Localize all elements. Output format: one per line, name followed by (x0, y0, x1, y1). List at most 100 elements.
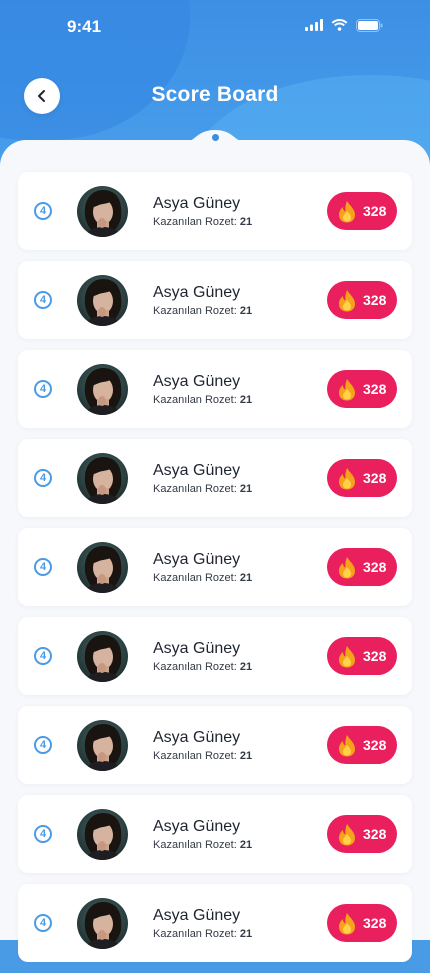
rank-number: 4 (39, 739, 47, 751)
score-value: 328 (363, 292, 387, 308)
scoreboard-row[interactable]: 4 Asya Güney Kazanılan Rozet: 21 328 (18, 172, 412, 250)
user-name: Asya Güney (153, 907, 241, 924)
rank-number: 4 (39, 472, 47, 484)
rank-badge-icon: 4 (34, 202, 52, 220)
flame-icon (339, 735, 355, 757)
flame-icon (339, 201, 355, 223)
badge-label: Kazanılan Rozet: (153, 839, 240, 851)
rank-badge-icon: 4 (34, 469, 52, 487)
score-pill[interactable]: 328 (327, 459, 397, 497)
score-value: 328 (363, 470, 387, 486)
score-pill[interactable]: 328 (327, 637, 397, 675)
scoreboard-row[interactable]: 4 Asya Güney Kazanılan Rozet: 21 328 (18, 706, 412, 784)
battery-icon (356, 19, 383, 32)
rank-number: 4 (39, 205, 47, 217)
flame-icon (339, 290, 355, 312)
rank-badge-icon: 4 (34, 291, 52, 309)
scoreboard-row[interactable]: 4 Asya Güney Kazanılan Rozet: 21 328 (18, 884, 412, 962)
user-name: Asya Güney (153, 640, 241, 657)
rank-number: 4 (39, 294, 47, 306)
avatar-image (77, 631, 128, 682)
rank-badge-icon: 4 (34, 647, 52, 665)
badge-summary: Kazanılan Rozet: 21 (153, 928, 252, 940)
badge-count: 21 (239, 305, 253, 317)
badge-summary: Kazanılan Rozet: 21 (153, 483, 252, 495)
user-name: Asya Güney (153, 373, 241, 390)
score-pill[interactable]: 328 (327, 548, 397, 586)
avatar-image (77, 186, 128, 237)
status-time: 9:41 (67, 17, 102, 36)
user-name: Asya Güney (153, 551, 241, 568)
avatar-image (77, 364, 128, 415)
avatar-image (77, 720, 128, 771)
avatar-image (77, 542, 128, 593)
badge-count: 21 (239, 750, 253, 762)
scoreboard-row[interactable]: 4 Asya Güney Kazanılan Rozet: 21 328 (18, 350, 412, 428)
avatar (77, 453, 128, 504)
score-pill[interactable]: 328 (327, 815, 397, 853)
badge-summary: Kazanılan Rozet: 21 (153, 305, 252, 317)
badge-label: Kazanılan Rozet: (153, 216, 240, 228)
wifi-icon (331, 19, 348, 31)
badge-count: 21 (239, 839, 253, 851)
badge-count: 21 (239, 394, 253, 406)
scoreboard-row[interactable]: 4 Asya Güney Kazanılan Rozet: 21 328 (18, 617, 412, 695)
score-pill[interactable]: 328 (327, 281, 397, 319)
avatar-image (77, 809, 128, 860)
rank-number: 4 (39, 561, 47, 573)
avatar (77, 275, 128, 326)
avatar (77, 631, 128, 682)
rank-number: 4 (39, 917, 47, 929)
score-pill[interactable]: 328 (327, 726, 397, 764)
badge-label: Kazanılan Rozet: (153, 305, 240, 317)
status-bar: 9:41 (0, 0, 430, 54)
scoreboard-row[interactable]: 4 Asya Güney Kazanılan Rozet: 21 328 (18, 528, 412, 606)
score-value: 328 (363, 203, 387, 219)
rank-badge-icon: 4 (34, 914, 52, 932)
user-name: Asya Güney (153, 729, 241, 746)
score-pill[interactable]: 328 (327, 904, 397, 942)
cellular-signal-icon (305, 19, 323, 31)
page-title: Score Board (151, 83, 279, 106)
avatar (77, 898, 128, 949)
avatar (77, 364, 128, 415)
badge-label: Kazanılan Rozet: (153, 661, 240, 673)
badge-count: 21 (239, 928, 253, 940)
badge-summary: Kazanılan Rozet: 21 (153, 839, 252, 851)
user-name: Asya Güney (153, 195, 241, 212)
score-value: 328 (363, 737, 387, 753)
score-value: 328 (363, 915, 387, 931)
rank-badge-icon: 4 (34, 380, 52, 398)
badge-summary: Kazanılan Rozet: 21 (153, 661, 252, 673)
badge-count: 21 (239, 216, 253, 228)
badge-label: Kazanılan Rozet: (153, 750, 240, 762)
avatar (77, 542, 128, 593)
sheet-notch (185, 130, 245, 156)
score-value: 328 (363, 381, 387, 397)
avatar-image (77, 898, 128, 949)
rank-number: 4 (39, 828, 47, 840)
score-pill[interactable]: 328 (327, 370, 397, 408)
scoreboard-row[interactable]: 4 Asya Güney Kazanılan Rozet: 21 328 (18, 439, 412, 517)
scoreboard-row[interactable]: 4 Asya Güney Kazanılan Rozet: 21 328 (18, 795, 412, 873)
rank-badge-icon: 4 (34, 736, 52, 754)
indicator-dot (212, 134, 219, 141)
badge-count: 21 (239, 661, 253, 673)
badge-summary: Kazanılan Rozet: 21 (153, 394, 252, 406)
flame-icon (339, 913, 355, 935)
avatar-image (77, 453, 128, 504)
flame-icon (339, 824, 355, 846)
avatar-image (77, 275, 128, 326)
flame-icon (339, 557, 355, 579)
avatar (77, 809, 128, 860)
badge-count: 21 (239, 572, 253, 584)
avatar (77, 186, 128, 237)
badge-label: Kazanılan Rozet: (153, 928, 240, 940)
rank-number: 4 (39, 650, 47, 662)
scoreboard-row[interactable]: 4 Asya Güney Kazanılan Rozet: 21 328 (18, 261, 412, 339)
avatar (77, 720, 128, 771)
flame-icon (339, 468, 355, 490)
score-pill[interactable]: 328 (327, 192, 397, 230)
badge-summary: Kazanılan Rozet: 21 (153, 572, 252, 584)
user-name: Asya Güney (153, 818, 241, 835)
